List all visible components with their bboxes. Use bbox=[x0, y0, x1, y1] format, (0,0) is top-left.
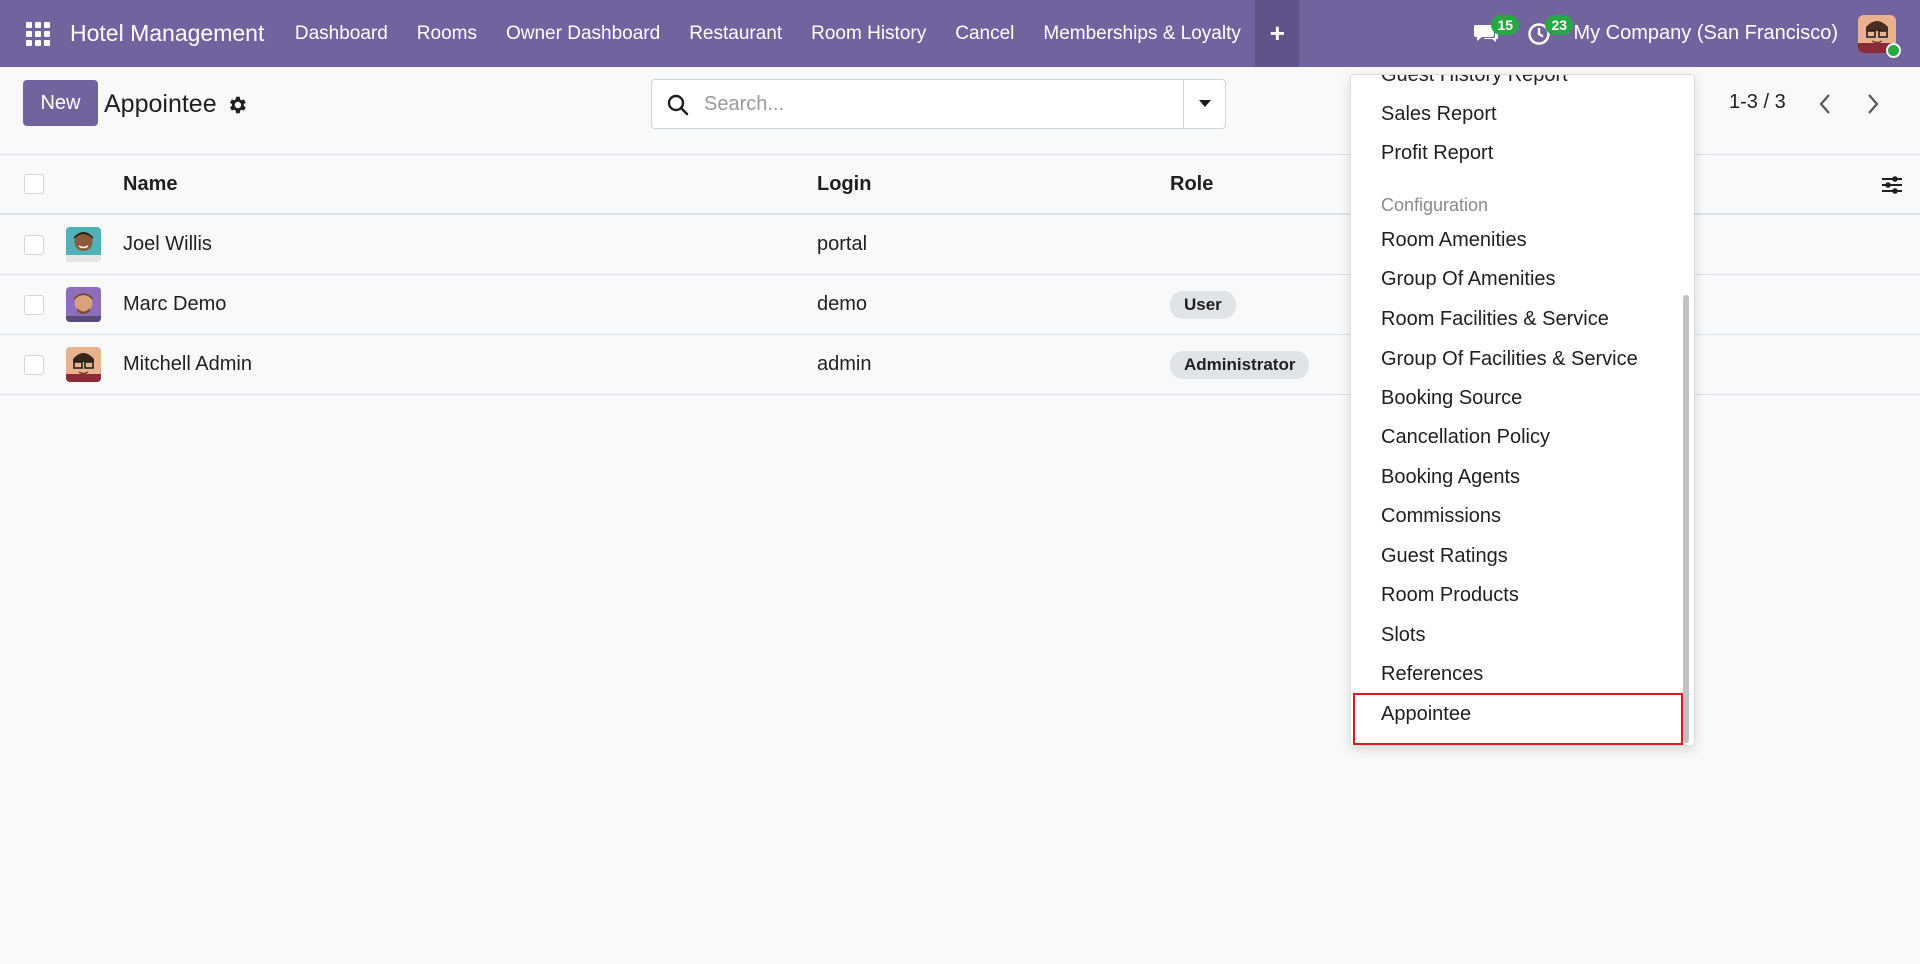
search-input[interactable] bbox=[704, 80, 1174, 128]
cell-role: Administrator bbox=[1170, 335, 1310, 394]
activities-button[interactable]: 23 bbox=[1513, 0, 1574, 67]
search-icon bbox=[667, 94, 689, 116]
search-options-toggle[interactable] bbox=[1183, 80, 1225, 128]
cell-login: portal bbox=[817, 233, 868, 255]
select-all-checkbox[interactable] bbox=[24, 174, 44, 194]
online-status-dot bbox=[1886, 42, 1901, 58]
menu-item-booking-agents[interactable]: Booking Agents bbox=[1381, 466, 1520, 489]
systray: 15 23 My Company (San Francisco) bbox=[1459, 0, 1920, 67]
menu-item-profit-report[interactable]: Profit Report bbox=[1381, 142, 1493, 165]
row-checkbox[interactable] bbox=[24, 355, 44, 375]
role-badge: Administrator bbox=[1170, 350, 1310, 379]
gear-icon[interactable] bbox=[226, 94, 248, 116]
menu-item-commissions[interactable]: Commissions bbox=[1381, 505, 1501, 528]
row-checkbox[interactable] bbox=[24, 295, 44, 315]
user-avatar[interactable] bbox=[1858, 14, 1901, 58]
role-badge: User bbox=[1170, 290, 1236, 319]
column-header-name[interactable]: Name bbox=[123, 155, 177, 213]
menu-item-slots[interactable]: Slots bbox=[1381, 624, 1425, 647]
company-switcher[interactable]: My Company (San Francisco) bbox=[1573, 22, 1838, 45]
menu-item-room-products[interactable]: Room Products bbox=[1381, 584, 1519, 607]
cell-login: demo bbox=[817, 293, 868, 315]
menu-section-configuration: Configuration bbox=[1381, 195, 1489, 215]
cell-login: admin bbox=[817, 353, 872, 375]
chevron-left-icon bbox=[1819, 94, 1830, 114]
search-bar bbox=[651, 79, 1226, 129]
chevron-right-icon bbox=[1868, 94, 1879, 114]
avatar bbox=[66, 287, 101, 322]
cell-name: Marc Demo bbox=[123, 293, 227, 315]
page-title: Appointee bbox=[104, 90, 217, 118]
row-checkbox[interactable] bbox=[24, 235, 44, 255]
new-button[interactable]: New bbox=[23, 80, 98, 126]
column-header-login[interactable]: Login bbox=[817, 155, 871, 213]
more-menu-dropdown: Guest History Report Sales Report Profit… bbox=[1350, 74, 1695, 746]
caret-down-icon bbox=[1198, 100, 1211, 107]
app-brand[interactable]: Hotel Management bbox=[70, 20, 264, 47]
column-header-role[interactable]: Role bbox=[1170, 155, 1213, 213]
menu-rooms[interactable]: Rooms bbox=[402, 0, 491, 67]
menu-item-room-amenities[interactable]: Room Amenities bbox=[1381, 229, 1527, 252]
optional-columns-icon[interactable] bbox=[1880, 173, 1904, 197]
menu-item-sales-report[interactable]: Sales Report bbox=[1381, 103, 1497, 126]
menu-cancel[interactable]: Cancel bbox=[941, 0, 1029, 67]
menu-item-guest-history-report[interactable]: Guest History Report bbox=[1381, 75, 1568, 87]
menu-item-group-of-amenities[interactable]: Group Of Amenities bbox=[1381, 268, 1556, 291]
highlight-box bbox=[1353, 693, 1683, 745]
menu-item-room-facilities-service[interactable]: Room Facilities & Service bbox=[1381, 308, 1609, 331]
menu-memberships-loyalty[interactable]: Memberships & Loyalty bbox=[1029, 0, 1255, 67]
pager-value[interactable]: 1-3 / 3 bbox=[1729, 91, 1786, 114]
menu-item-group-of-facilities-service[interactable]: Group Of Facilities & Service bbox=[1381, 348, 1638, 371]
menu-item-cancellation-policy[interactable]: Cancellation Policy bbox=[1381, 426, 1550, 449]
top-navbar: Hotel Management Dashboard Rooms Owner D… bbox=[0, 0, 1920, 67]
avatar bbox=[66, 227, 101, 262]
menu-owner-dashboard[interactable]: Owner Dashboard bbox=[491, 0, 674, 67]
avatar bbox=[66, 347, 101, 382]
menu-item-booking-source[interactable]: Booking Source bbox=[1381, 387, 1522, 410]
activities-count-badge: 23 bbox=[1545, 15, 1574, 35]
more-menu-button[interactable]: + bbox=[1255, 0, 1300, 67]
messages-button[interactable]: 15 bbox=[1459, 0, 1520, 67]
dropdown-scrollbar[interactable] bbox=[1683, 295, 1689, 743]
menu-room-history[interactable]: Room History bbox=[797, 0, 941, 67]
menu-dashboard[interactable]: Dashboard bbox=[280, 0, 402, 67]
cell-name: Mitchell Admin bbox=[123, 353, 252, 375]
menu-item-guest-ratings[interactable]: Guest Ratings bbox=[1381, 545, 1508, 568]
main-menu: Dashboard Rooms Owner Dashboard Restaura… bbox=[280, 0, 1300, 67]
menu-item-references[interactable]: References bbox=[1381, 663, 1483, 686]
cell-name: Joel Willis bbox=[123, 233, 212, 255]
pager-next-button[interactable] bbox=[1858, 87, 1888, 121]
pager-previous-button[interactable] bbox=[1810, 87, 1840, 121]
apps-menu-icon[interactable] bbox=[24, 20, 52, 48]
cell-role: User bbox=[1170, 275, 1236, 334]
menu-restaurant[interactable]: Restaurant bbox=[675, 0, 797, 67]
